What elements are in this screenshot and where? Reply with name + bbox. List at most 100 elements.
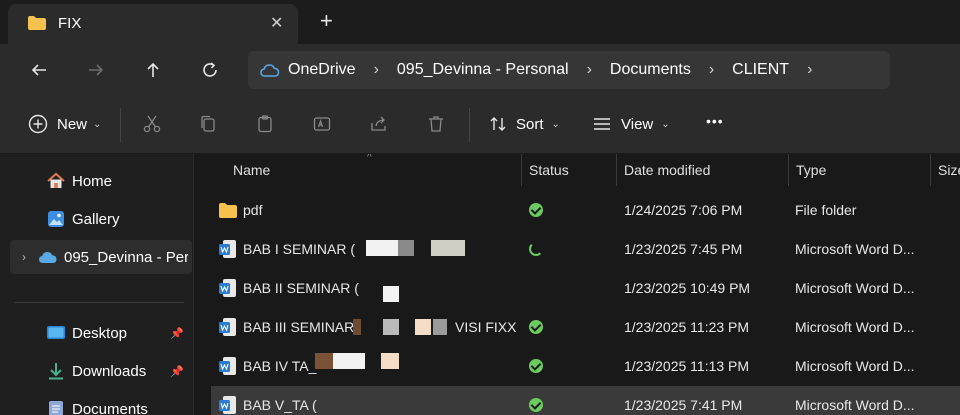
- file-row[interactable]: BAB I SEMINAR ( 1/23/2025 7:45 PM Micros…: [211, 230, 960, 268]
- divider: [14, 302, 184, 303]
- column-header-size[interactable]: Size: [930, 154, 960, 186]
- word-icon: [219, 240, 236, 258]
- downloads-icon: [46, 361, 66, 381]
- chevron-down-icon: ⌄: [93, 118, 102, 130]
- divider: [469, 108, 470, 142]
- file-row[interactable]: BAB IV TA_ 1/23/2025 11:13 PM Microsoft …: [211, 347, 960, 385]
- chevron-down-icon: ⌄: [551, 118, 560, 130]
- paste-button[interactable]: [255, 114, 275, 134]
- pin-icon[interactable]: 📌: [170, 365, 184, 378]
- file-row[interactable]: pdf 1/24/2025 7:06 PM File folder: [211, 191, 960, 229]
- file-row[interactable]: BAB III SEMINAR VISI FIXX 1/23/2025 11:2…: [211, 308, 960, 346]
- home-icon: [46, 171, 66, 191]
- divider: [120, 108, 121, 142]
- column-header-status[interactable]: Status: [521, 154, 616, 186]
- forward-button[interactable]: [83, 57, 109, 83]
- synced-status-icon: [529, 398, 543, 412]
- view-button[interactable]: View ⌄: [592, 114, 670, 134]
- documents-icon: [46, 399, 66, 415]
- new-button[interactable]: New ⌄: [28, 114, 101, 134]
- sidebar-item-label: Gallery: [72, 210, 120, 228]
- rename-button[interactable]: [312, 114, 332, 134]
- breadcrumb-separator[interactable]: ›: [807, 61, 812, 79]
- sidebar-item-label: Home: [72, 172, 113, 190]
- file-name: BAB V_TA (: [243, 397, 317, 413]
- command-bar: New ⌄ Sort ⌄ View ⌄ •••: [0, 96, 960, 154]
- redaction-block: [353, 319, 361, 335]
- sidebar-item-label: Documents: [72, 400, 148, 415]
- sidebar-item-downloads[interactable]: Downloads 📌: [10, 354, 192, 388]
- chevron-right-icon[interactable]: ›: [22, 250, 26, 264]
- folder-icon: [28, 16, 46, 30]
- file-list: ^ Name Status Date modified Type Size pd…: [195, 154, 960, 415]
- more-options-button[interactable]: •••: [706, 113, 724, 129]
- redaction-block: [383, 286, 399, 302]
- address-bar[interactable]: OneDrive › 095_Devinna - Personal › Docu…: [248, 51, 890, 89]
- onedrive-cloud-icon: [260, 64, 280, 77]
- navigation-pane: Home Gallery › 095_Devinna - Personal De…: [0, 154, 194, 415]
- navigation-bar: OneDrive › 095_Devinna - Personal › Docu…: [0, 44, 960, 96]
- column-header-date-modified[interactable]: Date modified: [616, 154, 788, 186]
- file-date-modified: 1/23/2025 11:23 PM: [624, 319, 750, 335]
- sidebar-item-desktop[interactable]: Desktop 📌: [10, 316, 192, 350]
- file-date-modified: 1/23/2025 10:49 PM: [624, 280, 751, 296]
- sort-label: Sort: [516, 115, 544, 133]
- view-label: View: [621, 115, 654, 133]
- redaction-block: [433, 319, 447, 335]
- breadcrumb-personal[interactable]: 095_Devinna - Personal: [397, 61, 569, 79]
- breadcrumb-client[interactable]: CLIENT: [732, 61, 789, 79]
- arrow-up-icon: [147, 62, 159, 77]
- copy-button[interactable]: [198, 114, 218, 134]
- breadcrumb-onedrive[interactable]: OneDrive: [288, 61, 356, 79]
- column-header-name[interactable]: Name: [225, 154, 521, 186]
- delete-button[interactable]: [426, 114, 446, 134]
- title-bar: FIX ✕ +: [0, 0, 960, 44]
- pin-icon[interactable]: 📌: [170, 327, 184, 340]
- view-list-icon: [594, 118, 610, 130]
- plus-circle-icon: [28, 114, 48, 134]
- new-tab-button[interactable]: +: [320, 8, 333, 34]
- trash-icon: [429, 116, 443, 132]
- up-button[interactable]: [140, 57, 166, 83]
- sidebar-item-documents[interactable]: Documents: [10, 392, 192, 415]
- close-tab-button[interactable]: ✕: [270, 13, 283, 33]
- refresh-button[interactable]: [197, 57, 223, 83]
- redaction-block: [381, 353, 399, 369]
- breadcrumb-separator[interactable]: ›: [374, 61, 379, 79]
- file-type: Microsoft Word D...: [795, 358, 915, 374]
- file-name: BAB I SEMINAR (: [243, 241, 356, 257]
- word-icon: [219, 279, 236, 297]
- synced-status-icon: [529, 320, 543, 334]
- onedrive-icon: [38, 247, 58, 267]
- breadcrumb-separator[interactable]: ›: [709, 61, 714, 79]
- sidebar-item-home[interactable]: Home: [10, 164, 192, 198]
- word-icon: [219, 396, 236, 414]
- redaction-block: [383, 319, 399, 335]
- tab-active[interactable]: FIX ✕: [8, 4, 298, 44]
- sidebar-item-onedrive[interactable]: › 095_Devinna - Personal: [10, 240, 192, 274]
- arrow-right-icon: [89, 64, 104, 76]
- file-row[interactable]: BAB V_TA ( 1/23/2025 7:41 PM Microsoft W…: [211, 386, 960, 415]
- breadcrumb-separator[interactable]: ›: [587, 61, 592, 79]
- redaction-block: [415, 319, 431, 335]
- redaction-block: [398, 240, 414, 256]
- refresh-icon: [203, 62, 217, 77]
- file-name: BAB II SEMINAR (: [243, 280, 359, 296]
- file-name: BAB III SEMINAR: [243, 319, 355, 335]
- file-type: Microsoft Word D...: [795, 319, 915, 335]
- back-button[interactable]: [26, 57, 52, 83]
- file-date-modified: 1/23/2025 7:45 PM: [624, 241, 743, 257]
- sort-button[interactable]: Sort ⌄: [488, 114, 560, 134]
- cut-button[interactable]: [142, 114, 162, 134]
- desktop-icon: [46, 323, 66, 343]
- file-name: BAB IV TA_: [243, 358, 317, 374]
- sidebar-item-gallery[interactable]: Gallery: [10, 202, 192, 236]
- column-header-type[interactable]: Type: [788, 154, 930, 186]
- file-date-modified: 1/24/2025 7:06 PM: [624, 202, 743, 218]
- tab-title: FIX: [58, 15, 82, 32]
- word-icon: [219, 318, 236, 336]
- breadcrumb-documents[interactable]: Documents: [610, 61, 691, 79]
- share-button[interactable]: [369, 114, 389, 134]
- file-row[interactable]: BAB II SEMINAR ( 1/23/2025 10:49 PM Micr…: [211, 269, 960, 307]
- file-type: Microsoft Word D...: [795, 241, 915, 257]
